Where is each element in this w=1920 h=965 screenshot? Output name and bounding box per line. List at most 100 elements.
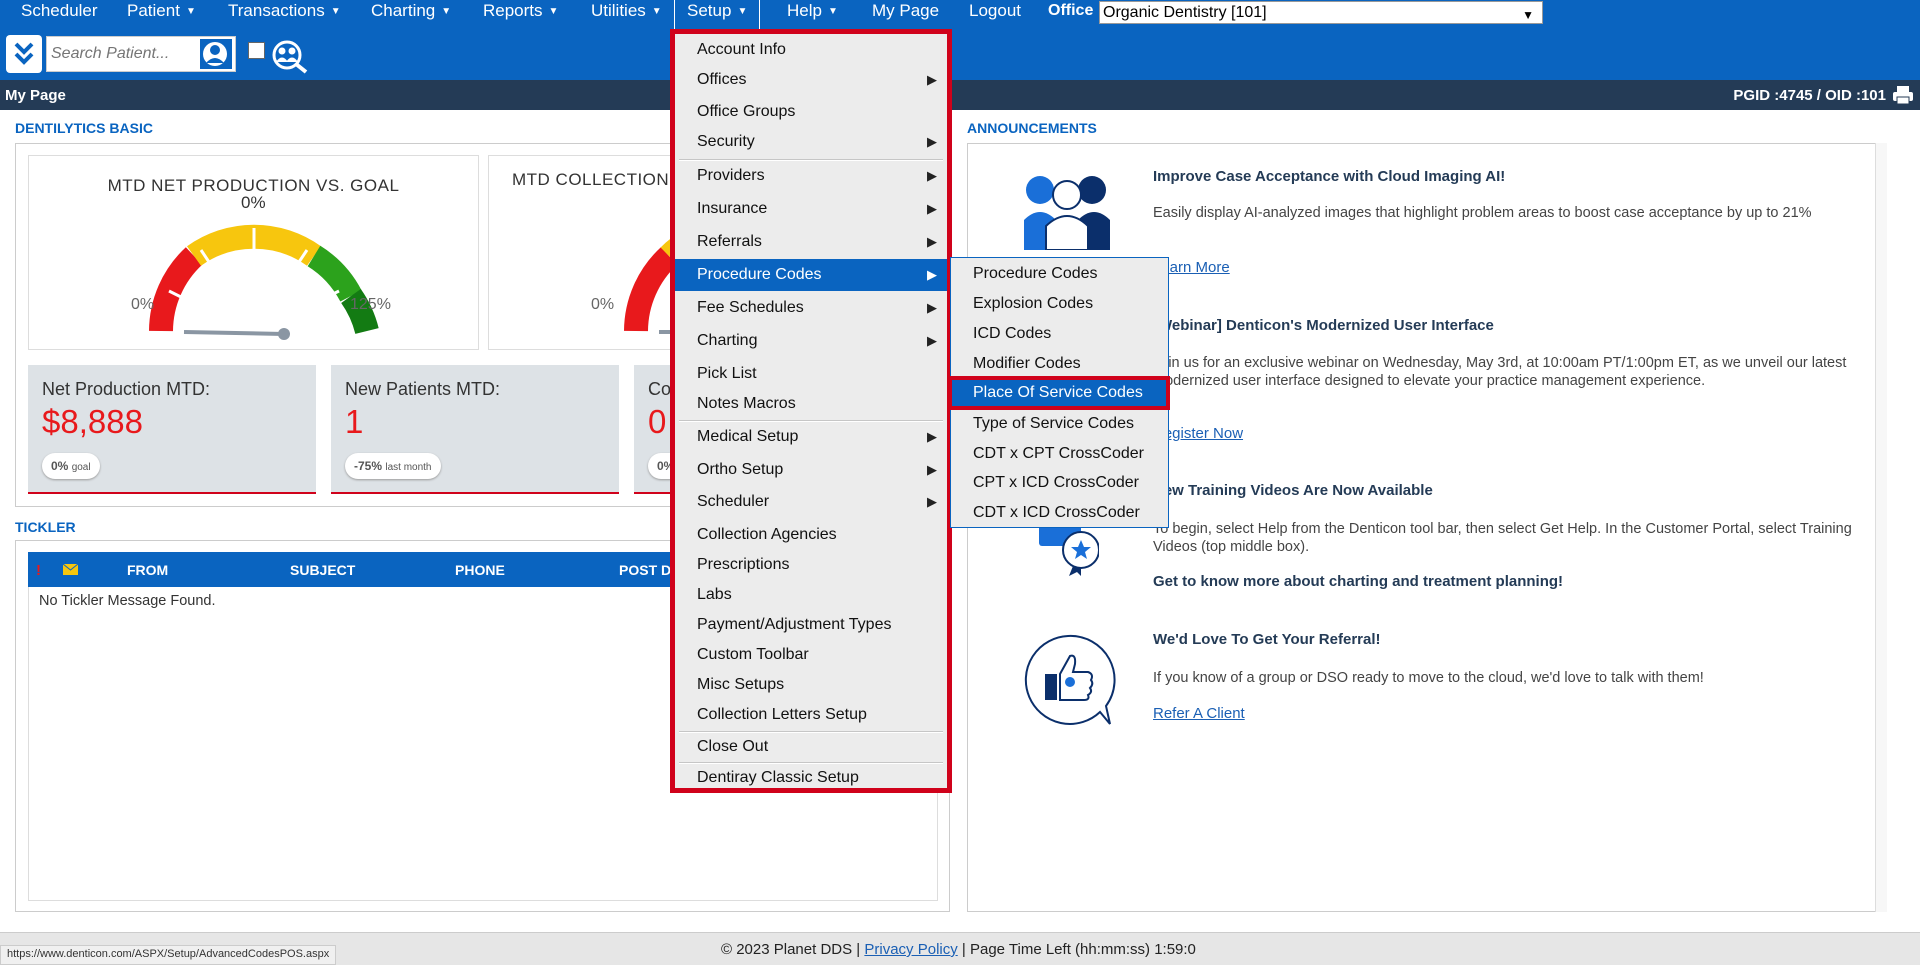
announcement-subtitle: Get to know more about charting and trea… — [1153, 573, 1564, 590]
nav-charting[interactable]: Charting ▼ — [371, 0, 451, 29]
menu-item-collection-letters-setup[interactable]: Collection Letters Setup — [675, 701, 947, 729]
mail-icon[interactable] — [62, 562, 79, 578]
menu-item-procedure-codes[interactable]: Procedure Codes ▶ — [675, 259, 947, 291]
nav-logout[interactable]: Logout — [969, 0, 1021, 29]
nav-setup-label: Setup — [687, 1, 732, 20]
stat-badge-value: 0% — [51, 459, 69, 473]
submenu-item-cdt-icd-crosscoder[interactable]: CDT x ICD CrossCoder — [951, 499, 1168, 527]
menu-item-referrals[interactable]: Referrals ▶ — [675, 228, 947, 256]
print-icon[interactable] — [1892, 84, 1914, 106]
menu-item-misc-setups[interactable]: Misc Setups — [675, 671, 947, 699]
privacy-policy-link[interactable]: Privacy Policy — [864, 941, 957, 958]
priority-icon[interactable]: ! — [36, 562, 41, 579]
menu-item-security[interactable]: Security ▶ — [675, 128, 947, 156]
dentilytics-heading: DENTILYTICS BASIC — [15, 120, 153, 136]
col-phone[interactable]: PHONE — [455, 562, 505, 578]
announcement-title: We'd Love To Get Your Referral! — [1153, 631, 1381, 648]
stat-value: 1 — [345, 403, 364, 440]
announcements-scrollbar[interactable] — [1875, 143, 1887, 912]
stat-badge: -75% last month — [345, 453, 441, 479]
tickler-empty: No Tickler Message Found. — [39, 593, 216, 609]
submenu-arrow-icon: ▶ — [927, 201, 937, 216]
menu-item-label: Fee Schedules — [697, 299, 804, 316]
search-checkbox[interactable] — [248, 42, 265, 59]
menu-item-scheduler[interactable]: Scheduler ▶ — [675, 488, 947, 516]
menu-item-medical-setup[interactable]: Medical Setup ▶ — [675, 423, 947, 451]
office-select-value: Organic Dentistry [101] — [1103, 4, 1267, 21]
nav-charting-label: Charting — [371, 1, 436, 20]
stat-value: $8,888 — [42, 403, 143, 440]
stat-title: New Patients MTD: — [345, 379, 501, 399]
office-select[interactable]: Organic Dentistry [101] ▼ — [1099, 1, 1543, 24]
nav-help[interactable]: Help ▼ — [787, 0, 838, 29]
menu-item-prescriptions[interactable]: Prescriptions — [675, 551, 947, 579]
submenu-item-procedure-codes[interactable]: Procedure Codes — [951, 260, 1168, 288]
menu-item-labs[interactable]: Labs — [675, 581, 947, 609]
menu-item-fee-schedules[interactable]: Fee Schedules ▶ — [675, 294, 947, 322]
nav-utilities-label: Utilities — [591, 1, 646, 20]
submenu-arrow-icon: ▶ — [927, 267, 937, 282]
submenu-arrow-icon: ▶ — [927, 429, 937, 444]
nav-setup[interactable]: Setup ▼ — [674, 0, 761, 29]
nav-my-page[interactable]: My Page — [872, 0, 939, 29]
nav-utilities[interactable]: Utilities ▼ — [591, 0, 662, 29]
menu-item-close-out[interactable]: Close Out — [675, 733, 947, 761]
submenu-item-cdt-cpt-crosscoder[interactable]: CDT x CPT CrossCoder — [951, 440, 1168, 468]
menu-item-pick-list[interactable]: Pick List — [675, 360, 947, 388]
menu-item-collection-agencies[interactable]: Collection Agencies — [675, 521, 947, 549]
refer-client-link[interactable]: Refer A Client — [1153, 705, 1245, 722]
caret-down-icon: ▼ — [827, 6, 838, 17]
stat-badge-label: goal — [71, 462, 91, 473]
family-search-icon[interactable] — [270, 38, 310, 74]
menu-item-label: Ortho Setup — [697, 461, 784, 478]
caret-down-icon: ▼ — [737, 6, 748, 17]
submenu-arrow-icon: ▶ — [927, 494, 937, 509]
menu-item-office-groups[interactable]: Office Groups — [675, 98, 947, 126]
double-chevron-down-icon[interactable] — [6, 35, 42, 73]
page-time-left: | Page Time Left (hh:mm:ss) 1:59:0 — [961, 941, 1196, 958]
dropdown-arrow-icon: ▼ — [1522, 8, 1534, 22]
menu-item-label: Security — [697, 133, 755, 150]
menu-item-providers[interactable]: Providers ▶ — [675, 162, 947, 190]
submenu-item-cpt-icd-crosscoder[interactable]: CPT x ICD CrossCoder — [951, 469, 1168, 497]
gauge-value: 0% — [241, 193, 266, 212]
menu-item-dentiray-classic-setup[interactable]: Dentiray Classic Setup — [675, 764, 947, 792]
footer-text: © 2023 Planet DDS | Privacy Policy | Pag… — [721, 941, 1196, 958]
gauge-dial — [149, 224, 379, 340]
stat-card-net-production: Net Production MTD: $8,888 0% goal — [28, 365, 316, 494]
menu-item-notes-macros[interactable]: Notes Macros — [675, 390, 947, 418]
col-post-date[interactable]: POST D — [619, 562, 671, 578]
submenu-item-modifier-codes[interactable]: Modifier Codes — [951, 350, 1168, 378]
submenu-item-type-of-service-codes[interactable]: Type of Service Codes — [951, 410, 1168, 438]
submenu-item-explosion-codes[interactable]: Explosion Codes — [951, 290, 1168, 318]
nav-patient-label: Patient — [127, 1, 180, 20]
col-subject[interactable]: SUBJECT — [290, 562, 355, 578]
menu-item-account-info[interactable]: Account Info — [675, 36, 947, 64]
stat-badge-value: -75% — [354, 459, 383, 473]
submenu-item-icd-codes[interactable]: ICD Codes — [951, 320, 1168, 348]
people-group-icon — [1024, 176, 1110, 250]
announcement-title: Improve Case Acceptance with Cloud Imagi… — [1153, 168, 1506, 185]
announcement-text: Easily display AI-analyzed images that h… — [1153, 205, 1812, 221]
search-input[interactable] — [47, 37, 192, 71]
nav-reports[interactable]: Reports ▼ — [483, 0, 558, 29]
caret-down-icon: ▼ — [330, 6, 341, 17]
menu-item-charting[interactable]: Charting ▶ — [675, 327, 947, 355]
thumbs-up-icon — [1024, 634, 1116, 725]
menu-item-label: Offices — [697, 71, 747, 88]
office-label: Office — [1048, 2, 1094, 19]
submenu-item-place-of-service-codes[interactable]: Place Of Service Codes — [948, 376, 1170, 410]
stat-title: Co — [648, 379, 672, 399]
menu-item-label: Charting — [697, 332, 758, 349]
menu-item-label: Providers — [697, 167, 765, 184]
menu-item-payment-adjustment-types[interactable]: Payment/Adjustment Types — [675, 611, 947, 639]
menu-item-insurance[interactable]: Insurance ▶ — [675, 195, 947, 223]
nav-patient[interactable]: Patient ▼ — [127, 0, 196, 29]
col-from[interactable]: FROM — [127, 562, 168, 578]
menu-item-ortho-setup[interactable]: Ortho Setup ▶ — [675, 456, 947, 484]
menu-item-custom-toolbar[interactable]: Custom Toolbar — [675, 641, 947, 669]
nav-transactions[interactable]: Transactions ▼ — [228, 0, 341, 29]
menu-item-offices[interactable]: Offices ▶ — [675, 66, 947, 94]
nav-scheduler[interactable]: Scheduler — [21, 0, 98, 29]
patient-search-icon[interactable] — [198, 37, 234, 71]
